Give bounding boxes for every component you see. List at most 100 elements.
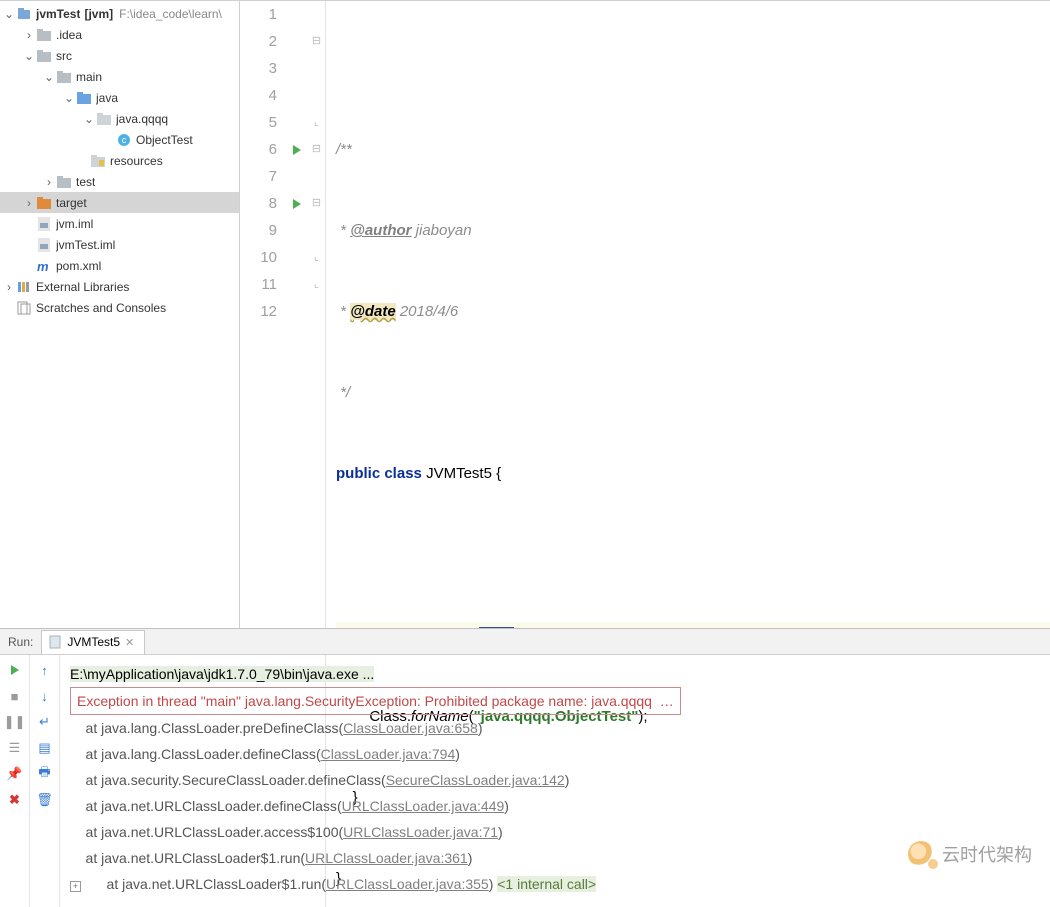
down-icon[interactable]: ↓ <box>36 687 54 705</box>
tree-item-target[interactable]: › target <box>0 192 239 213</box>
fold-toggle-icon[interactable]: ⊟ <box>308 28 325 55</box>
expand-icon[interactable]: + <box>70 881 81 892</box>
stack-link[interactable]: URLClassLoader.java:449 <box>342 798 505 814</box>
tree-label: src <box>56 49 72 63</box>
chevron-right-icon[interactable]: › <box>22 28 36 42</box>
project-tree[interactable]: ⌄ jvmTest [jvm] F:\idea_code\learn\ › .i… <box>0 1 240 628</box>
editor[interactable]: 1 2 3 4 5 6 7 8 9 10 11 12 <box>240 1 1050 628</box>
line-number[interactable]: 4 <box>240 82 277 109</box>
tree-item-java[interactable]: ⌄ java <box>0 87 239 108</box>
tree-root[interactable]: ⌄ jvmTest [jvm] F:\idea_code\learn\ <box>0 3 239 24</box>
stack-link[interactable]: SecureClassLoader.java:142 <box>386 772 565 788</box>
tree-item-resources[interactable]: resources <box>0 150 239 171</box>
line-number[interactable]: 8 <box>240 190 277 217</box>
scratch-icon <box>16 300 32 316</box>
module-icon <box>16 6 32 22</box>
folder-icon <box>56 174 72 190</box>
pin-icon[interactable]: 📌 <box>6 765 24 783</box>
tree-item-src[interactable]: ⌄ src <box>0 45 239 66</box>
tree-label: main <box>76 70 102 84</box>
line-number[interactable]: 10 <box>240 244 277 271</box>
fold-toggle-icon[interactable]: ⊟ <box>308 190 325 217</box>
tree-label: ObjectTest <box>136 133 193 147</box>
stack-link[interactable]: URLClassLoader.java:71 <box>343 824 498 840</box>
stack-link[interactable]: URLClassLoader.java:355 <box>326 876 489 892</box>
line-number[interactable]: 7 <box>240 163 277 190</box>
line-number[interactable]: 11 <box>240 271 277 298</box>
close-icon[interactable]: ✖ <box>6 791 24 809</box>
chevron-down-icon[interactable]: ⌄ <box>42 70 56 84</box>
resources-folder-icon <box>90 153 106 169</box>
doc-close: */ <box>340 384 350 401</box>
scroll-to-end-icon[interactable]: ▤ <box>36 739 54 757</box>
tree-label: target <box>56 196 87 210</box>
run-tab[interactable]: JVMTest5 ✕ <box>41 630 145 654</box>
internal-call[interactable]: <1 internal call> <box>497 876 596 892</box>
tree-item-external-libs[interactable]: › External Libraries <box>0 276 239 297</box>
line-number[interactable]: 6 <box>240 136 277 163</box>
chevron-down-icon[interactable]: ⌄ <box>22 49 36 63</box>
stack-link[interactable]: ClassLoader.java:658 <box>343 720 478 736</box>
fold-toggle-icon[interactable]: ⊟ <box>308 136 325 163</box>
chevron-down-icon[interactable]: ⌄ <box>82 112 96 126</box>
tree-item-scratches[interactable]: Scratches and Consoles <box>0 297 239 318</box>
svg-text:m: m <box>37 259 49 273</box>
tree-label: jvmTest <box>36 7 80 21</box>
stack-link[interactable]: URLClassLoader.java:361 <box>305 850 468 866</box>
svg-text:c: c <box>122 135 127 145</box>
stack-link[interactable]: ClassLoader.java:794 <box>321 746 456 762</box>
package-icon <box>96 111 112 127</box>
tree-item-jvm-iml[interactable]: jvm.iml <box>0 213 239 234</box>
pause-icon[interactable]: ❚❚ <box>6 713 24 731</box>
tree-item-main[interactable]: ⌄ main <box>0 66 239 87</box>
watermark-text: 云时代架构 <box>942 841 1032 867</box>
folder-icon <box>56 69 72 85</box>
run-tab-label: JVMTest5 <box>67 635 120 649</box>
line-number[interactable]: 9 <box>240 217 277 244</box>
line-number[interactable]: 2 <box>240 28 277 55</box>
run-label: Run: <box>0 635 41 649</box>
tree-item-pom[interactable]: m pom.xml <box>0 255 239 276</box>
tree-item-class[interactable]: c ObjectTest <box>0 129 239 150</box>
tree-label: test <box>76 175 95 189</box>
run-main-icon[interactable] <box>286 190 308 217</box>
trash-icon[interactable]: 🗑 <box>36 791 54 809</box>
tree-item-jvmtest-iml[interactable]: jvmTest.iml <box>0 234 239 255</box>
tree-item-test[interactable]: › test <box>0 171 239 192</box>
date-tag: @date <box>350 303 395 320</box>
line-number[interactable]: 3 <box>240 55 277 82</box>
stack-frame: at java.net.URLClassLoader$1.run <box>70 850 300 866</box>
run-class-icon[interactable] <box>286 136 308 163</box>
rerun-icon[interactable] <box>6 661 24 679</box>
chevron-right-icon[interactable]: › <box>22 196 36 210</box>
source-folder-icon <box>76 90 92 106</box>
tree-item-package[interactable]: ⌄ java.qqqq <box>0 108 239 129</box>
stack-frame: at java.lang.ClassLoader.defineClass <box>70 746 316 762</box>
stack-frame: at java.security.SecureClassLoader.defin… <box>70 772 381 788</box>
tree-item-idea[interactable]: › .idea <box>0 24 239 45</box>
library-icon <box>16 279 32 295</box>
run-tool-window: Run: JVMTest5 ✕ ■ ❚❚ ☰ 📌 ✖ ↑ ↓ ↵ ▤ 🖶 <box>0 628 1050 907</box>
chevron-right-icon[interactable]: › <box>2 280 16 294</box>
author-tag: @author <box>350 222 411 239</box>
run-side-toolbar: ■ ❚❚ ☰ 📌 ✖ <box>0 655 30 907</box>
chevron-right-icon[interactable]: › <box>42 175 56 189</box>
exception-line: Exception in thread "main" java.lang.Sec… <box>70 687 681 715</box>
console-output[interactable]: E:\myApplication\java\jdk1.7.0_79\bin\ja… <box>60 655 1050 907</box>
watermark: 云时代架构 <box>908 841 1032 867</box>
chevron-down-icon[interactable]: ⌄ <box>62 91 76 105</box>
iml-file-icon <box>36 237 52 253</box>
chevron-down-icon[interactable]: ⌄ <box>2 7 16 21</box>
print-icon[interactable]: 🖶 <box>36 765 54 783</box>
stack-frame: at java.lang.ClassLoader.preDefineClass <box>70 720 338 736</box>
stop-icon[interactable]: ■ <box>6 687 24 705</box>
dump-threads-icon[interactable]: ☰ <box>6 739 24 757</box>
soft-wrap-icon[interactable]: ↵ <box>36 713 54 731</box>
maven-file-icon: m <box>36 258 52 274</box>
close-icon[interactable]: ✕ <box>125 636 134 649</box>
up-icon[interactable]: ↑ <box>36 661 54 679</box>
line-number[interactable]: 5 <box>240 109 277 136</box>
line-number[interactable]: 1 <box>240 1 277 28</box>
line-number[interactable]: 12 <box>240 298 277 325</box>
tree-label: java.qqqq <box>116 112 168 126</box>
